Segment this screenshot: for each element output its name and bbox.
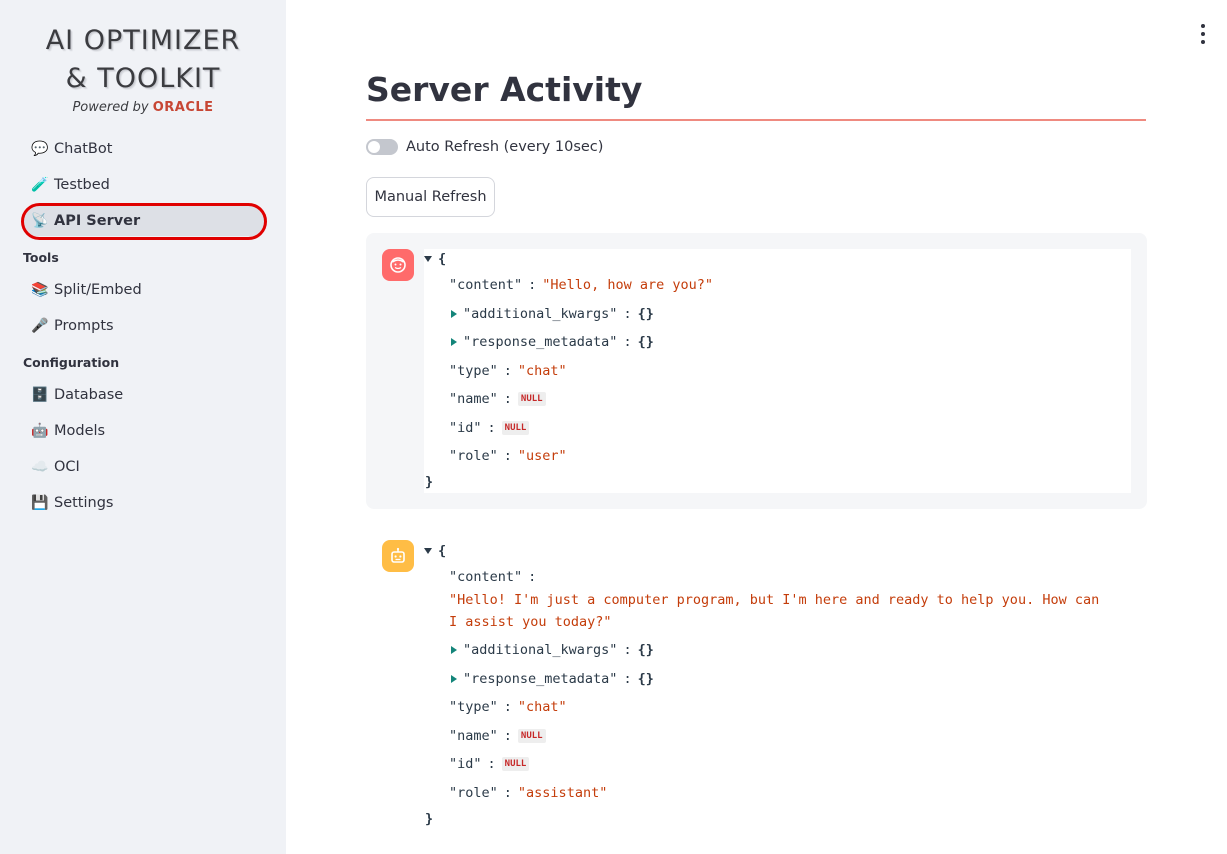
robot-icon: 🤖: [31, 423, 49, 439]
json-content-value-line-1: "Hello! I'm just a computer program, but…: [449, 592, 1100, 608]
logo-line-2: & TOOLKIT: [65, 63, 221, 94]
main-menu-kebab-icon[interactable]: [1197, 24, 1209, 44]
sidebar-item-split-embed[interactable]: 📚 Split/Embed: [24, 275, 264, 305]
app-logo: AI OPTIMIZER & TOOLKIT Powered by ORACLE: [0, 22, 286, 115]
sidebar-item-models[interactable]: 🤖 Models: [24, 416, 264, 446]
sidebar: AI OPTIMIZER & TOOLKIT Powered by ORACLE…: [0, 0, 286, 854]
oracle-wordmark: ORACLE: [152, 100, 214, 115]
sidebar-item-chatbot[interactable]: 💬 ChatBot: [24, 134, 264, 164]
sidebar-item-testbed[interactable]: 🧪 Testbed: [24, 170, 264, 200]
section-label-tools: Tools: [23, 250, 59, 265]
floppy-disk-icon: 💾: [31, 495, 49, 511]
books-icon: 📚: [31, 282, 49, 298]
json-root-close: }: [425, 474, 434, 490]
title-divider: [366, 119, 1146, 121]
json-root-close: }: [425, 811, 434, 827]
null-badge: NULL: [517, 392, 546, 406]
json-row-response-metadata[interactable]: "response_metadata":{}: [451, 671, 654, 687]
microphone-icon: 🎤: [31, 318, 49, 334]
json-row-type: "type": "chat": [449, 363, 567, 379]
logo-powered-by: Powered by ORACLE: [0, 100, 286, 115]
sidebar-item-label: Database: [54, 387, 124, 403]
json-root-open[interactable]: {: [424, 251, 446, 267]
collapse-caret-icon[interactable]: [424, 548, 432, 554]
sidebar-item-label: Split/Embed: [54, 282, 142, 298]
null-badge: NULL: [517, 729, 546, 743]
auto-refresh-label: Auto Refresh (every 10sec): [406, 139, 604, 155]
json-row-name: "name": NULL: [449, 391, 546, 407]
sidebar-item-label: Prompts: [54, 318, 114, 334]
manual-refresh-button[interactable]: Manual Refresh: [366, 177, 495, 217]
json-row-additional-kwargs[interactable]: "additional_kwargs":{}: [451, 306, 654, 322]
json-row-role: "role": "user": [449, 448, 567, 464]
sidebar-item-oci[interactable]: ☁️ OCI: [24, 452, 264, 482]
collapse-caret-icon[interactable]: [424, 256, 432, 262]
section-label-configuration: Configuration: [23, 355, 120, 370]
powered-by-text: Powered by: [72, 100, 149, 115]
sidebar-item-prompts[interactable]: 🎤 Prompts: [24, 311, 264, 341]
expand-caret-icon[interactable]: [451, 646, 457, 654]
speech-bubble-icon: 💬: [31, 141, 49, 157]
json-row-response-metadata[interactable]: "response_metadata":{}: [451, 334, 654, 350]
auto-refresh-toggle[interactable]: [366, 139, 398, 155]
robot-icon: [391, 547, 405, 563]
file-cabinet-icon: 🗄️: [31, 387, 49, 403]
sidebar-item-label: ChatBot: [54, 141, 113, 157]
json-row-content: "content":: [449, 569, 537, 585]
auto-refresh-row: Auto Refresh (every 10sec): [366, 139, 603, 155]
json-row-name: "name": NULL: [449, 728, 546, 744]
logo-line-1: AI OPTIMIZER: [45, 25, 241, 56]
sidebar-item-settings[interactable]: 💾 Settings: [24, 488, 264, 518]
null-badge: NULL: [501, 757, 530, 771]
sidebar-item-label: OCI: [54, 459, 80, 475]
json-row-id: "id": NULL: [449, 756, 530, 772]
cloud-icon: ☁️: [31, 459, 49, 475]
sidebar-item-database[interactable]: 🗄️ Database: [24, 380, 264, 410]
json-content-value-line-2: I assist you today?": [449, 614, 612, 630]
sidebar-item-label: Settings: [54, 495, 114, 511]
json-root-open[interactable]: {: [424, 543, 446, 559]
highlight-annotation: [21, 203, 267, 240]
expand-caret-icon[interactable]: [451, 338, 457, 346]
sidebar-item-label: Models: [54, 423, 106, 439]
test-tube-icon: 🧪: [31, 177, 49, 193]
page-title: Server Activity: [366, 70, 643, 109]
json-row-id: "id": NULL: [449, 420, 530, 436]
user-avatar: [382, 249, 414, 281]
assistant-avatar: [382, 540, 414, 572]
json-row-additional-kwargs[interactable]: "additional_kwargs":{}: [451, 642, 654, 658]
expand-caret-icon[interactable]: [451, 675, 457, 683]
json-row-content: "content": "Hello, how are you?": [449, 277, 713, 293]
json-row-role: "role": "assistant": [449, 785, 608, 801]
json-row-type: "type": "chat": [449, 699, 567, 715]
expand-caret-icon[interactable]: [451, 310, 457, 318]
user-face-icon: [390, 257, 406, 273]
sidebar-item-label: Testbed: [54, 177, 110, 193]
null-badge: NULL: [501, 421, 530, 435]
